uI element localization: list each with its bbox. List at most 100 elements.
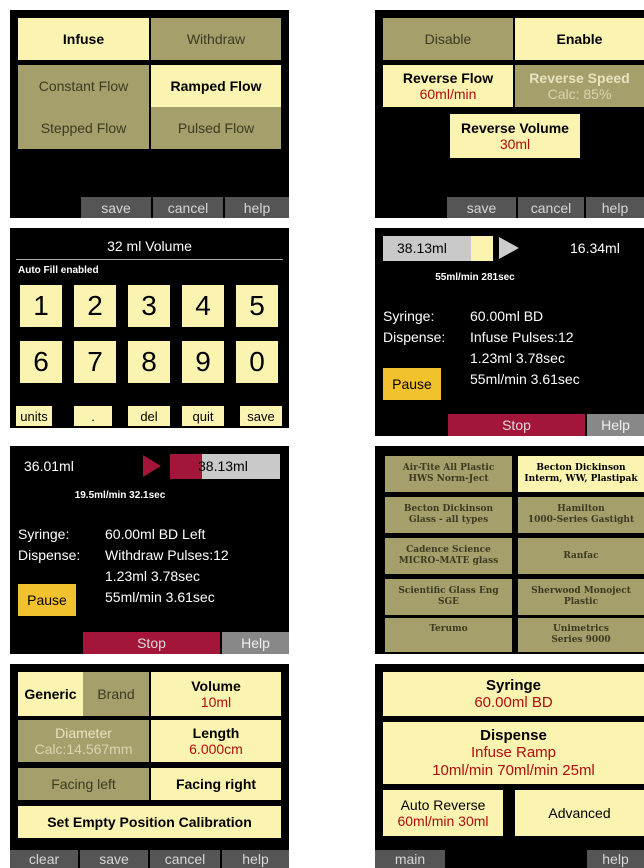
advanced-button[interactable]: Advanced xyxy=(515,790,644,836)
reverse-speed-label: Reverse Speed xyxy=(529,69,630,86)
length-value: 6.000cm xyxy=(189,741,243,757)
delete-button[interactable]: del xyxy=(128,406,170,426)
rate-and-time: 19.5ml/min 32.1sec xyxy=(74,490,166,501)
key-2[interactable]: 2 xyxy=(74,285,116,327)
cancel-button[interactable]: cancel xyxy=(150,850,220,868)
save-button[interactable]: save xyxy=(80,850,148,868)
length-button[interactable]: Length 6.000cm xyxy=(151,720,281,762)
help-button[interactable]: Help xyxy=(587,414,644,436)
reverse-volume-label: Reverse Volume xyxy=(461,119,569,136)
decimal-key[interactable]: . xyxy=(74,406,112,426)
key-6[interactable]: 6 xyxy=(20,341,62,383)
brand-sherwood[interactable]: Sherwood Monoject Plastic xyxy=(518,579,644,615)
brand-ranfac[interactable]: Ranfac xyxy=(518,538,644,574)
screen-volume-keypad: 32 ml Volume Auto Fill enabled 1 2 3 4 5… xyxy=(10,228,289,428)
dispense-value: Infuse Pulses:12 xyxy=(470,329,574,345)
progress-bar-target: 38.13ml xyxy=(170,454,280,479)
withdraw-button[interactable]: Withdraw xyxy=(151,18,281,60)
syringe-value: 60.00ml BD xyxy=(474,694,553,711)
brand-cadence[interactable]: Cadence Science MICRO-MATE glass xyxy=(385,538,512,574)
syringe-label: Syringe xyxy=(485,676,542,694)
syringe-value: 60.00ml BD Left xyxy=(105,526,206,542)
help-button[interactable]: Help xyxy=(222,632,289,654)
save-button[interactable]: save xyxy=(81,197,151,218)
brand-bd-plastic[interactable]: Becton Dickinson Interm, WW, Plastipak xyxy=(518,456,644,492)
enable-button[interactable]: Enable xyxy=(515,18,644,60)
dispense-detail: 10ml/min 70ml/min 25ml xyxy=(432,761,595,779)
pause-button[interactable]: Pause xyxy=(383,368,441,400)
reverse-volume-button[interactable]: Reverse Volume 30ml xyxy=(450,114,580,158)
volume-value: 10ml xyxy=(200,694,232,710)
reverse-flow-button[interactable]: Reverse Flow 60ml/min xyxy=(383,65,513,107)
brand-line1: Becton Dickinson xyxy=(536,463,626,474)
dispense-label: Dispense: xyxy=(18,547,81,563)
key-5[interactable]: 5 xyxy=(236,285,278,327)
key-7[interactable]: 7 xyxy=(74,341,116,383)
dispense-button[interactable]: Dispense Infuse Ramp 10ml/min 70ml/min 2… xyxy=(383,722,644,784)
target-volume: 38.13ml xyxy=(198,458,248,474)
ramped-flow-button[interactable]: Ramped Flow xyxy=(151,65,281,107)
key-0[interactable]: 0 xyxy=(236,341,278,383)
stop-button[interactable]: Stop xyxy=(448,414,585,436)
reverse-speed-button[interactable]: Reverse Speed Calc: 85% xyxy=(515,65,644,107)
cancel-button[interactable]: cancel xyxy=(153,197,223,218)
key-4[interactable]: 4 xyxy=(182,285,224,327)
brand-line1: Becton Dickinson xyxy=(403,504,494,515)
clear-button[interactable]: clear xyxy=(10,850,78,868)
units-button[interactable]: units xyxy=(16,406,52,426)
brand-button[interactable]: Brand xyxy=(83,672,149,716)
dispense-value: Infuse Ramp xyxy=(470,744,557,762)
volume-button[interactable]: Volume 10ml xyxy=(151,672,281,716)
help-button[interactable]: help xyxy=(225,197,289,218)
brand-hamilton[interactable]: Hamilton 1000-Series Gastight xyxy=(518,497,644,533)
help-button[interactable]: help xyxy=(222,850,289,868)
save-button[interactable]: save xyxy=(240,406,282,426)
direction-arrow-icon xyxy=(499,237,519,259)
brand-line2: 1000-Series Gastight xyxy=(527,515,635,525)
facing-left-button[interactable]: Facing left xyxy=(18,768,149,800)
key-1[interactable]: 1 xyxy=(20,285,62,327)
syringe-value: 60.00ml BD xyxy=(470,308,544,324)
brand-airtite[interactable]: Air-Tite All Plastic HWS Norm-Ject xyxy=(385,456,512,492)
brand-line2: Series 9000 xyxy=(551,635,611,645)
cancel-button[interactable]: cancel xyxy=(518,197,584,218)
pause-button[interactable]: Pause xyxy=(18,584,76,616)
generic-button[interactable]: Generic xyxy=(18,672,83,716)
brand-line2: HWS Norm-Ject xyxy=(408,474,489,484)
syringe-label: Syringe: xyxy=(383,308,435,324)
key-9[interactable]: 9 xyxy=(182,341,224,383)
syringe-button[interactable]: Syringe 60.00ml BD xyxy=(383,672,644,716)
diameter-button[interactable]: Diameter Calc:14.567mm xyxy=(18,720,149,762)
pulse-volume-time: 1.23ml 3.78sec xyxy=(470,350,565,366)
stepped-flow-button[interactable]: Stepped Flow xyxy=(18,107,149,149)
volume-label: Volume xyxy=(191,677,241,694)
help-button[interactable]: help xyxy=(587,850,644,868)
pulse-rate-time: 55ml/min 3.61sec xyxy=(470,371,580,387)
brand-terumo[interactable]: Terumo xyxy=(385,618,512,652)
pulse-rate-time: 55ml/min 3.61sec xyxy=(105,589,215,605)
quit-button[interactable]: quit xyxy=(182,406,224,426)
constant-flow-button[interactable]: Constant Flow xyxy=(18,65,149,107)
brand-bd-glass[interactable]: Becton Dickinson Glass - all types xyxy=(385,497,512,533)
brand-unimetrics[interactable]: Unimetrics Series 9000 xyxy=(518,618,644,652)
key-8[interactable]: 8 xyxy=(128,341,170,383)
brand-sge[interactable]: Scientific Glass Eng SGE xyxy=(385,579,512,615)
disable-button[interactable]: Disable xyxy=(383,18,513,60)
reverse-volume-value: 30ml xyxy=(499,136,531,152)
brand-line1: Sherwood Monoject xyxy=(531,586,631,597)
brand-line2: SGE xyxy=(437,597,460,607)
main-button[interactable]: main xyxy=(375,850,445,868)
facing-right-button[interactable]: Facing right xyxy=(151,768,281,800)
infuse-button[interactable]: Infuse xyxy=(18,18,149,60)
save-button[interactable]: save xyxy=(447,197,516,218)
current-volume: 38.13ml xyxy=(397,240,447,256)
pulsed-flow-button[interactable]: Pulsed Flow xyxy=(151,107,281,149)
stop-button[interactable]: Stop xyxy=(83,632,220,654)
calibration-button[interactable]: Set Empty Position Calibration xyxy=(18,806,281,838)
screen-reverse-settings: Disable Enable Reverse Flow 60ml/min Rev… xyxy=(375,10,644,218)
auto-reverse-button[interactable]: Auto Reverse 60ml/min 30ml xyxy=(383,790,503,836)
title-divider xyxy=(16,259,283,260)
key-3[interactable]: 3 xyxy=(128,285,170,327)
help-button[interactable]: help xyxy=(586,197,644,218)
screen-withdraw-running: 36.01ml 38.13ml 19.5ml/min 32.1sec Syrin… xyxy=(10,446,289,654)
